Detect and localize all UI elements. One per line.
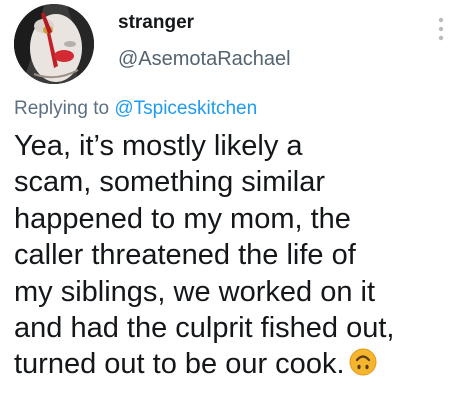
upside-down-face-icon — [349, 348, 377, 376]
tweet-text-line: turned out to be our cook. — [14, 348, 345, 381]
tweet-text-line: scam, something similar — [14, 166, 326, 199]
clown-face-avatar-icon — [14, 4, 94, 84]
avatar[interactable] — [14, 4, 94, 84]
tweet-text-last-line: turned out to be our cook. — [14, 346, 460, 382]
tweet-text-line: happened to my mom, the — [14, 202, 351, 235]
reply-mention-link[interactable]: @Tspiceskitchen — [114, 98, 257, 119]
tweet-text: Yea, it’s mostly likely a scam, somethin… — [14, 128, 460, 383]
vertical-dots-icon[interactable] — [436, 16, 446, 44]
display-name[interactable]: stranger — [118, 12, 194, 34]
replying-to-label: Replying to — [14, 98, 115, 119]
tweet-text-line: and had the culprit fished out, — [14, 312, 395, 345]
replying-to-line: Replying to @Tspiceskitchen — [14, 98, 257, 120]
tweet-text-line: Yea, it’s mostly likely a — [14, 130, 303, 162]
user-handle[interactable]: @AsemotaRachael — [118, 48, 291, 71]
tweet-text-line: caller threatened the life of — [14, 239, 356, 272]
tweet-text-line: my siblings, we worked on it — [14, 275, 376, 308]
